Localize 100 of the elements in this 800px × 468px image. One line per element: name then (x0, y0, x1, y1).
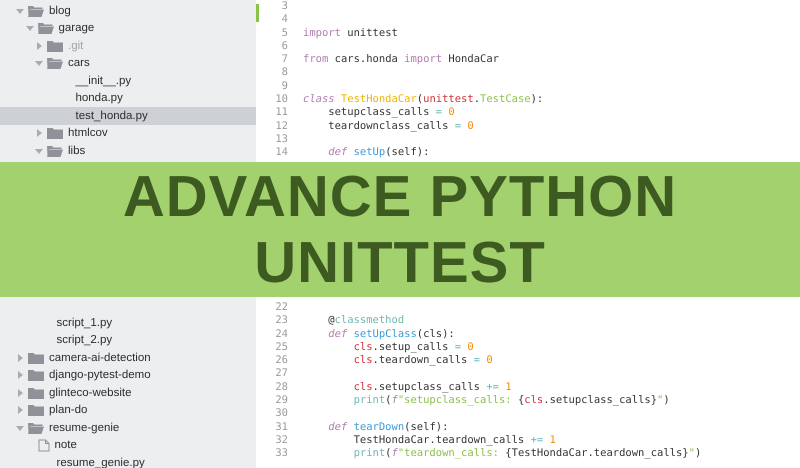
folder-icon (28, 352, 44, 364)
file-tree-row[interactable]: honda.py (0, 90, 256, 107)
file-tree-row[interactable]: plan-do (0, 402, 256, 419)
file-tree-row[interactable]: django-pytest-demo (0, 366, 256, 384)
folder-icon (47, 40, 63, 52)
line-number: 4 (280, 13, 288, 27)
folder-icon (47, 127, 63, 140)
line-number: 25 (274, 340, 288, 354)
line-number: 12 (274, 120, 288, 133)
expanded-arrow-icon[interactable] (26, 24, 34, 32)
file-name: script_2.py (56, 334, 112, 346)
code-line: cls.setup_calls = 0 (354, 340, 474, 354)
file-tree-row[interactable]: htmlcov (0, 124, 256, 142)
collapsed-arrow-icon[interactable] (35, 129, 43, 138)
file-name: cars (68, 57, 90, 70)
line-number: 6 (280, 40, 288, 54)
line-number: 30 (274, 407, 288, 421)
file-tree-row[interactable]: garage (0, 20, 256, 37)
code-line: def setUp(self): (328, 146, 430, 160)
file-name: plan-do (49, 404, 88, 416)
code-line: def setUpClass(cls): (328, 328, 455, 341)
line-number: 23 (274, 314, 288, 328)
code-line: @classmethod (328, 314, 404, 328)
line-number: 28 (274, 380, 288, 394)
code-line: class TestHondaCar(unittest.TestCase): (303, 93, 544, 106)
expanded-arrow-icon[interactable] (16, 6, 24, 15)
collapsed-arrow-icon[interactable] (16, 388, 24, 397)
file-tree-row[interactable]: resume-genie (0, 419, 256, 436)
file-name: note (54, 439, 77, 452)
file-name: test_honda.py (76, 110, 148, 122)
line-number: 11 (274, 106, 288, 120)
line-number: 13 (274, 132, 288, 146)
folder-icon (28, 404, 44, 416)
expanded-arrow-icon[interactable] (35, 146, 43, 155)
document-icon (38, 438, 50, 452)
file-tree-row[interactable]: note (0, 436, 256, 454)
line-number: 27 (274, 367, 288, 381)
expanded-arrow-icon[interactable] (35, 59, 43, 68)
code-line: def tearDown(self): (328, 420, 448, 434)
file-tree-row[interactable]: resume_genie.py (0, 454, 256, 468)
line-number: 5 (280, 26, 288, 40)
open-folder-icon (28, 4, 44, 17)
file-name: __init__.py (76, 74, 132, 87)
file-tree-row[interactable]: blog (0, 2, 256, 20)
code-line: import unittest (303, 26, 398, 40)
file-name: honda.py (76, 92, 123, 104)
file-tree-row[interactable]: libs (0, 142, 256, 160)
file-tree-row[interactable]: glinteco-website (0, 384, 256, 402)
collapsed-arrow-icon[interactable] (16, 371, 24, 380)
open-folder-icon (38, 22, 54, 34)
line-number: 22 (274, 301, 288, 314)
line-number: 31 (274, 420, 288, 434)
file-tree-row[interactable]: script_1.py (0, 314, 256, 332)
code-line: from cars.honda import HondaCar (303, 53, 499, 66)
file-name: garage (58, 22, 94, 34)
code-line: cls.setupclass_calls += 1 (354, 380, 512, 394)
file-tree-row[interactable]: cars (0, 54, 256, 72)
open-folder-icon (28, 422, 44, 434)
expanded-arrow-icon[interactable] (16, 424, 24, 432)
open-folder-icon (47, 144, 63, 157)
open-folder-icon (47, 57, 63, 70)
file-tree-row[interactable]: script_2.py (0, 332, 256, 349)
line-number: 29 (274, 394, 288, 408)
folder-icon (28, 386, 44, 399)
file-tree-row[interactable]: __init__.py (0, 72, 256, 90)
line-number: 24 (274, 328, 288, 341)
line-number: 9 (280, 80, 288, 94)
collapsed-arrow-icon[interactable] (16, 406, 24, 414)
folder-icon (28, 369, 44, 382)
line-number: 26 (274, 354, 288, 368)
line-number: 14 (274, 146, 288, 160)
file-name: script_1.py (56, 316, 112, 329)
collapsed-arrow-icon[interactable] (35, 42, 43, 50)
file-tree-row[interactable]: camera-ai-detection (0, 349, 256, 366)
code-line: TestHondaCar.teardown_calls += 1 (354, 434, 556, 448)
line-number: 33 (274, 447, 288, 461)
line-number: 7 (280, 53, 288, 66)
line-number: 3 (280, 0, 288, 14)
file-name: camera-ai-detection (49, 352, 151, 364)
code-line: print(f"teardown_calls: {TestHondaCar.teardown_calls}") (354, 447, 702, 461)
line-number: 32 (274, 434, 288, 448)
selected-file-row[interactable]: test_honda.py (0, 107, 256, 124)
file-name: glinteco-website (49, 386, 132, 399)
file-name: django-pytest-demo (49, 369, 151, 382)
file-name: resume_genie.py (56, 456, 145, 468)
code-line: cls.teardown_calls = 0 (354, 354, 493, 368)
code-line: teardownclass_calls = 0 (328, 120, 474, 133)
banner-title: ADVANCE PYTHON (122, 164, 678, 230)
file-name: blog (49, 4, 71, 17)
code-line: setupclass_calls = 0 (328, 106, 455, 120)
line-number: 8 (280, 66, 288, 80)
line-number: 10 (274, 93, 288, 106)
collapsed-arrow-icon[interactable] (16, 354, 24, 362)
code-line: print(f"setupclass_calls: {cls.setupclass_calls}") (354, 394, 670, 408)
file-name: .git (68, 40, 84, 52)
banner-title: UNITTEST (254, 230, 546, 296)
file-name: htmlcov (68, 127, 108, 140)
file-name: resume-genie (49, 422, 120, 434)
file-name: libs (68, 144, 86, 157)
change-marker (256, 4, 259, 22)
